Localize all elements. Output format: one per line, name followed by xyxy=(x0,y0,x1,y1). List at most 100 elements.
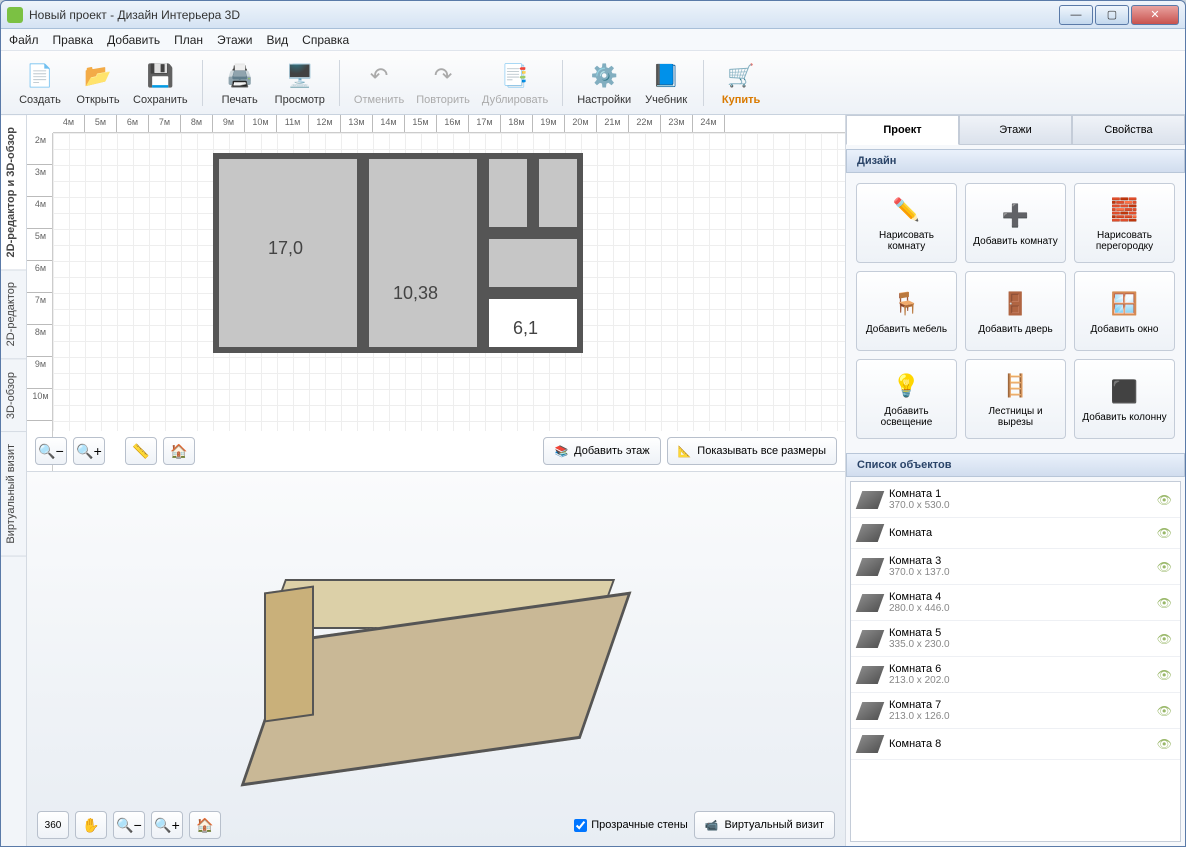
object-list-item[interactable]: Комната 8👁 xyxy=(851,729,1180,760)
print-button[interactable]: 🖨️Печать xyxy=(213,58,267,108)
object-list-item[interactable]: Комната 7213.0 x 126.0👁 xyxy=(851,693,1180,729)
right-panel-tabs: Проект Этажи Свойства xyxy=(846,115,1185,145)
ruler-h-tick: 11м xyxy=(277,115,309,132)
transparent-walls-checkbox[interactable]: Прозрачные стены xyxy=(574,819,687,832)
objects-list[interactable]: Комната 1370.0 x 530.0👁Комната👁Комната 3… xyxy=(850,481,1181,842)
tab-properties[interactable]: Свойства xyxy=(1072,115,1185,145)
design-button[interactable]: ➕Добавить комнату xyxy=(965,183,1066,263)
vtab-3d-view[interactable]: 3D-обзор xyxy=(1,360,26,432)
app-icon xyxy=(7,7,23,23)
close-button[interactable]: ✕ xyxy=(1131,5,1179,25)
object-name: Комната 3 xyxy=(889,555,1149,567)
window-title: Новый проект - Дизайн Интерьера 3D xyxy=(29,8,1059,22)
visibility-toggle-icon[interactable]: 👁 xyxy=(1157,560,1172,574)
design-button[interactable]: 🪟Добавить окно xyxy=(1074,271,1175,351)
room-3-area-label: 6,1 xyxy=(513,318,538,339)
room-2[interactable] xyxy=(363,153,483,353)
vtab-2d-editor[interactable]: 2D-редактор xyxy=(1,270,26,359)
object-list-item[interactable]: Комната 4280.0 x 446.0👁 xyxy=(851,585,1180,621)
visibility-toggle-icon[interactable]: 👁 xyxy=(1157,526,1172,540)
add-floor-label: Добавить этаж xyxy=(574,445,649,457)
visibility-toggle-icon[interactable]: 👁 xyxy=(1157,493,1172,507)
tutorial-button[interactable]: 📘Учебник xyxy=(639,58,693,108)
2d-plan-area[interactable]: 4м5м6м7м8м9м10м11м12м13м14м15м16м17м18м1… xyxy=(27,115,845,471)
plan-canvas[interactable]: 17,0 10,38 6,1 xyxy=(53,133,845,431)
3d-model[interactable] xyxy=(226,529,646,789)
settings-button[interactable]: ⚙️Настройки xyxy=(573,58,635,108)
layers-icon: 📚 xyxy=(554,445,568,458)
window-controls: — ▢ ✕ xyxy=(1059,5,1179,25)
room-small-1[interactable] xyxy=(483,153,533,233)
preview-label: Просмотр xyxy=(275,94,325,106)
redo-button[interactable]: ↷Повторить xyxy=(412,58,474,108)
design-button-label: Добавить дверь xyxy=(978,324,1052,335)
3d-preview-area[interactable]: 360 ✋ 🔍− 🔍+ 🏠 Прозрачные стены 📹Виртуаль… xyxy=(27,471,845,846)
room-small-3[interactable] xyxy=(483,233,583,293)
design-button[interactable]: 🪑Добавить мебель xyxy=(856,271,957,351)
create-button[interactable]: 📄Создать xyxy=(13,58,67,108)
measure-button[interactable]: 📏 xyxy=(125,437,157,465)
tab-floors[interactable]: Этажи xyxy=(959,115,1072,145)
menu-floors[interactable]: Этажи xyxy=(217,33,252,47)
room-small-2[interactable] xyxy=(533,153,583,233)
object-list-item[interactable]: Комната 👁 xyxy=(851,518,1180,549)
show-dimensions-button[interactable]: 📐Показывать все размеры xyxy=(667,437,837,465)
menu-plan[interactable]: План xyxy=(174,33,203,47)
visibility-toggle-icon[interactable]: 👁 xyxy=(1157,704,1172,718)
ruler-h-tick: 16м xyxy=(437,115,469,132)
preview-button[interactable]: 🖥️Просмотр xyxy=(271,58,329,108)
add-floor-button[interactable]: 📚 Добавить этаж xyxy=(543,437,660,465)
home-3d-button[interactable]: 🏠 xyxy=(189,811,221,839)
vtab-combined[interactable]: 2D-редактор и 3D-обзор xyxy=(1,115,26,270)
buy-button[interactable]: 🛒Купить xyxy=(714,58,768,108)
tab-project[interactable]: Проект xyxy=(846,115,959,145)
ruler-h-tick: 8м xyxy=(181,115,213,132)
design-button[interactable]: 💡Добавить освещение xyxy=(856,359,957,439)
virtual-visit-button[interactable]: 📹Виртуальный визит xyxy=(694,811,835,839)
open-button[interactable]: 📂Открыть xyxy=(71,58,125,108)
object-list-item[interactable]: Комната 5335.0 x 230.0👁 xyxy=(851,621,1180,657)
objects-section-header: Список объектов xyxy=(846,453,1185,477)
minimize-button[interactable]: — xyxy=(1059,5,1093,25)
visibility-toggle-icon[interactable]: 👁 xyxy=(1157,596,1172,610)
ruler-v-tick: 6м xyxy=(27,261,52,293)
design-button[interactable]: 🧱Нарисовать перегородку xyxy=(1074,183,1175,263)
zoom-in-3d-button[interactable]: 🔍+ xyxy=(151,811,183,839)
menu-help[interactable]: Справка xyxy=(302,33,349,47)
zoom-out-3d-button[interactable]: 🔍− xyxy=(113,811,145,839)
object-list-item[interactable]: Комната 1370.0 x 530.0👁 xyxy=(851,482,1180,518)
zoom-out-button[interactable]: 🔍− xyxy=(35,437,67,465)
duplicate-button[interactable]: 📑Дублировать xyxy=(478,58,552,108)
rotate-360-button[interactable]: 360 xyxy=(37,811,69,839)
design-button[interactable]: 🪜Лестницы и вырезы xyxy=(965,359,1066,439)
design-buttons-grid: ✏️Нарисовать комнату➕Добавить комнату🧱На… xyxy=(846,173,1185,449)
open-label: Открыть xyxy=(76,94,119,106)
design-button[interactable]: ✏️Нарисовать комнату xyxy=(856,183,957,263)
home-button[interactable]: 🏠 xyxy=(163,437,195,465)
menu-view[interactable]: Вид xyxy=(266,33,288,47)
transparent-walls-input[interactable] xyxy=(574,819,587,832)
ruler-v-tick: 4м xyxy=(27,197,52,229)
design-button[interactable]: 🚪Добавить дверь xyxy=(965,271,1066,351)
menu-add[interactable]: Добавить xyxy=(107,33,160,47)
visibility-toggle-icon[interactable]: 👁 xyxy=(1157,632,1172,646)
visibility-toggle-icon[interactable]: 👁 xyxy=(1157,737,1172,751)
menu-edit[interactable]: Правка xyxy=(53,33,94,47)
room-3d-icon xyxy=(856,491,885,509)
menu-file[interactable]: Файл xyxy=(9,33,39,47)
vtab-virtual-visit[interactable]: Виртуальный визит xyxy=(1,432,26,557)
file-new-icon: 📄 xyxy=(24,60,56,92)
design-button[interactable]: ⬛Добавить колонну xyxy=(1074,359,1175,439)
save-button[interactable]: 💾Сохранить xyxy=(129,58,192,108)
visibility-toggle-icon[interactable]: 👁 xyxy=(1157,668,1172,682)
object-text: Комната xyxy=(889,527,1149,539)
editor-pane: 4м5м6м7м8м9м10м11м12м13м14м15м16м17м18м1… xyxy=(27,115,845,846)
undo-button[interactable]: ↶Отменить xyxy=(350,58,408,108)
object-list-item[interactable]: Комната 6213.0 x 202.0👁 xyxy=(851,657,1180,693)
pan-button[interactable]: ✋ xyxy=(75,811,107,839)
ruler-h-tick: 13м xyxy=(341,115,373,132)
ruler-h-tick: 5м xyxy=(85,115,117,132)
zoom-in-button[interactable]: 🔍+ xyxy=(73,437,105,465)
maximize-button[interactable]: ▢ xyxy=(1095,5,1129,25)
object-list-item[interactable]: Комната 3370.0 x 137.0👁 xyxy=(851,549,1180,585)
